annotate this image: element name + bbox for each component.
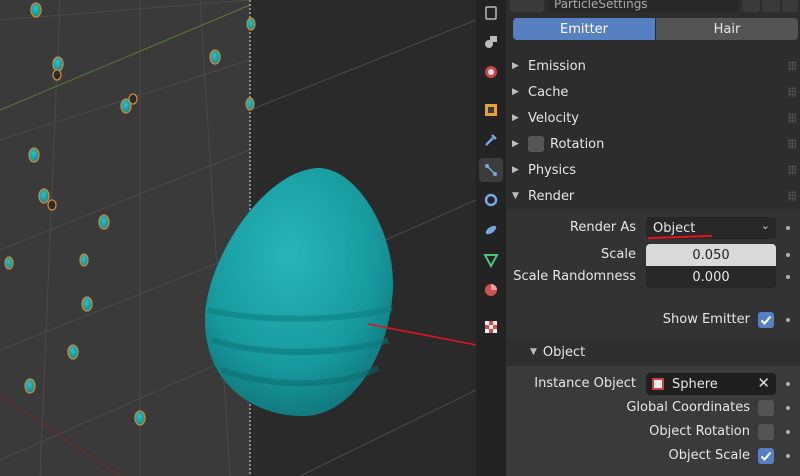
panel-physics[interactable]: ▶ Physics — [506, 157, 800, 183]
subpanel-object[interactable]: ▼ Object — [506, 339, 800, 365]
drag-grip-icon[interactable] — [788, 113, 796, 123]
properties-tab-bar — [476, 0, 506, 476]
keyframe-dot-icon[interactable] — [786, 454, 790, 458]
panel-emission[interactable]: ▶ Emission — [506, 53, 800, 79]
scale-label: Scale — [601, 247, 636, 262]
hair-tab-label: Hair — [713, 21, 741, 37]
particle-properties-panel: ParticleSettings Emitter Hair ▶ Emission… — [506, 0, 800, 476]
collapsed-arrow-icon: ▶ — [512, 139, 519, 149]
chevron-down-icon: ⌄ — [760, 219, 770, 232]
3d-viewport[interactable] — [0, 0, 476, 476]
global-coordinates-label: Global Coordinates — [626, 400, 750, 415]
drag-grip-icon[interactable] — [788, 139, 796, 149]
scene-icon[interactable] — [479, 60, 503, 84]
expanded-arrow-icon: ▼ — [512, 191, 519, 201]
instance-object-value: Sphere — [672, 376, 718, 392]
panel-cache-label: Cache — [528, 84, 569, 100]
scale-randomness-field[interactable]: 0.000 — [646, 266, 776, 288]
panel-render[interactable]: ▼ Render — [506, 183, 800, 209]
show-emitter-checkbox[interactable] — [758, 312, 774, 328]
panel-rotation-label: Rotation — [550, 136, 605, 152]
scale-value: 0.050 — [692, 247, 730, 263]
keyframe-dot-icon[interactable] — [786, 226, 790, 230]
collapsed-arrow-icon: ▶ — [512, 61, 519, 71]
scale-randomness-label: Scale Randomness — [513, 269, 636, 284]
object-rotation-label: Object Rotation — [649, 424, 750, 439]
panel-cache[interactable]: ▶ Cache — [506, 79, 800, 105]
fake-user-shield-icon[interactable] — [742, 0, 760, 12]
object-icon[interactable] — [479, 98, 503, 122]
drag-grip-icon[interactable] — [788, 165, 796, 175]
object-scale-label: Object Scale — [668, 448, 750, 463]
panel-render-label: Render — [528, 188, 575, 204]
duplicate-icon[interactable] — [762, 0, 780, 12]
panel-velocity[interactable]: ▶ Velocity — [506, 105, 800, 131]
keyframe-dot-icon[interactable] — [786, 253, 790, 257]
modifier-icon[interactable] — [479, 128, 503, 152]
collapsed-arrow-icon: ▶ — [512, 113, 519, 123]
scale-field[interactable]: 0.050 — [646, 244, 776, 266]
hair-tab[interactable]: Hair — [656, 18, 798, 40]
drag-grip-icon[interactable] — [788, 191, 796, 201]
material-icon[interactable] — [479, 278, 503, 302]
rotation-checkbox[interactable] — [528, 136, 544, 152]
object-scale-checkbox[interactable] — [758, 448, 774, 464]
texture-icon[interactable] — [479, 315, 503, 339]
panel-physics-label: Physics — [528, 162, 577, 178]
keyframe-dot-icon[interactable] — [786, 275, 790, 279]
mesh-object-icon — [652, 378, 664, 390]
render-icon[interactable] — [479, 30, 503, 54]
emitter-tab-label: Emitter — [559, 21, 609, 37]
drag-grip-icon[interactable] — [788, 61, 796, 71]
panel-velocity-label: Velocity — [528, 110, 579, 126]
datablock-name-field[interactable]: ParticleSettings — [548, 0, 738, 12]
keyframe-dot-icon[interactable] — [786, 318, 790, 322]
collapsed-arrow-icon: ▶ — [512, 87, 519, 97]
close-icon[interactable]: ✕ — [757, 374, 770, 392]
scale-randomness-value: 0.000 — [692, 269, 730, 285]
drag-grip-icon[interactable] — [788, 87, 796, 97]
render-as-value: Object — [653, 220, 696, 236]
panel-emission-label: Emission — [528, 58, 586, 74]
keyframe-dot-icon[interactable] — [786, 382, 790, 386]
render-as-label: Render As — [569, 220, 636, 235]
keyframe-dot-icon[interactable] — [786, 430, 790, 434]
unlink-icon[interactable] — [782, 0, 798, 12]
datablock-name: ParticleSettings — [554, 0, 648, 11]
global-coordinates-checkbox[interactable] — [758, 400, 774, 416]
emitter-tab[interactable]: Emitter — [513, 18, 655, 40]
show-emitter-label: Show Emitter — [662, 312, 750, 327]
collapsed-arrow-icon: ▶ — [512, 165, 519, 175]
keyframe-dot-icon[interactable] — [786, 406, 790, 410]
instance-object-label: Instance Object — [534, 376, 636, 391]
physics-icon[interactable] — [479, 188, 503, 212]
subpanel-object-label: Object — [542, 344, 586, 360]
object-rotation-checkbox[interactable] — [758, 424, 774, 440]
object-data-icon[interactable] — [479, 248, 503, 272]
tool-icon[interactable] — [479, 1, 503, 25]
constraints-icon[interactable] — [479, 218, 503, 242]
instance-object-field[interactable]: Sphere ✕ — [646, 373, 776, 395]
panel-rotation[interactable]: ▶ Rotation — [506, 131, 800, 157]
expanded-arrow-icon: ▼ — [530, 347, 537, 357]
particle-system-type-dropdown[interactable] — [510, 0, 544, 12]
particles-icon[interactable] — [479, 158, 503, 182]
